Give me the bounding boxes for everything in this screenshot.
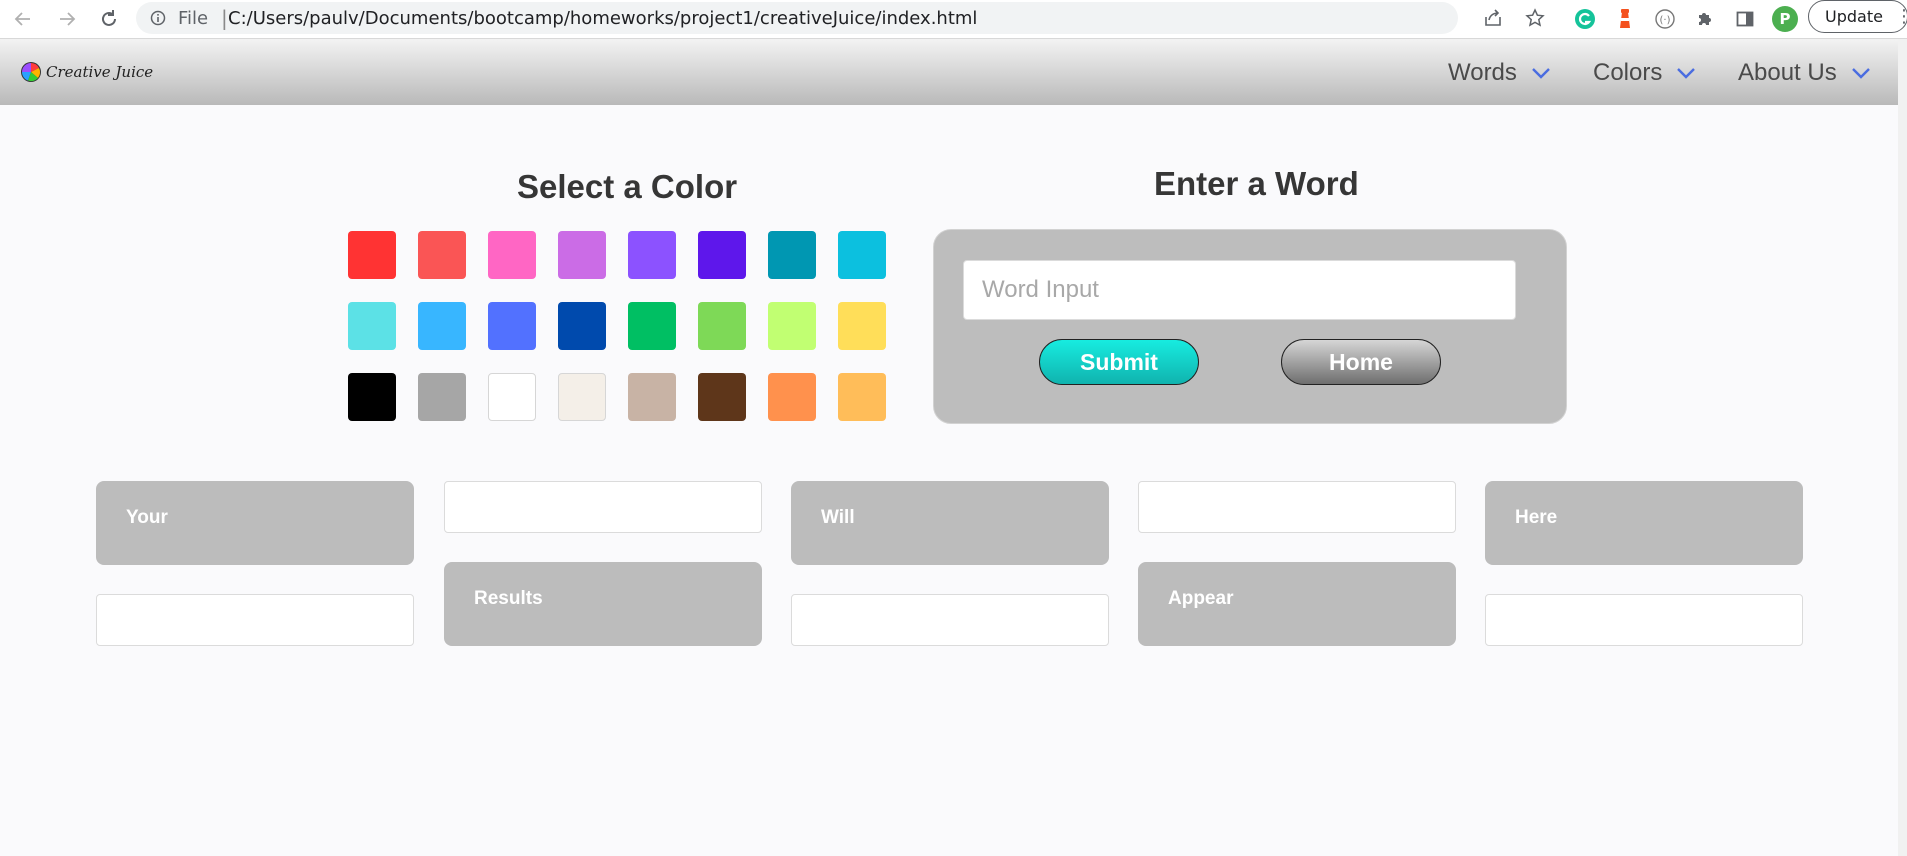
color-swatch[interactable] xyxy=(418,373,466,421)
color-swatch[interactable] xyxy=(768,302,816,350)
color-swatch[interactable] xyxy=(838,231,886,279)
result-card: Will xyxy=(791,481,1109,565)
nav-words-dropdown[interactable]: Words xyxy=(1448,59,1551,87)
select-color-title: Select a Color xyxy=(517,168,738,205)
result-slot xyxy=(791,594,1109,646)
lighthouse-icon[interactable] xyxy=(1612,6,1638,32)
color-swatch[interactable] xyxy=(418,302,466,350)
color-swatch[interactable] xyxy=(558,231,606,279)
address-separator: | xyxy=(221,6,228,30)
color-swatch[interactable] xyxy=(698,302,746,350)
extension-dots-icon[interactable]: (·) xyxy=(1652,6,1678,32)
site-logo[interactable]: Creative Juice xyxy=(20,61,153,83)
color-swatch[interactable] xyxy=(698,231,746,279)
svg-text:(·): (·) xyxy=(1660,15,1671,26)
chevron-down-icon xyxy=(1677,68,1696,79)
color-swatch[interactable] xyxy=(768,373,816,421)
result-card: Results xyxy=(444,562,762,646)
result-card: Appear xyxy=(1138,562,1456,646)
color-swatch[interactable] xyxy=(698,373,746,421)
more-menu-icon[interactable]: ⋮ xyxy=(1895,6,1907,27)
nav-colors-label: Colors xyxy=(1593,59,1663,86)
color-wheel-icon xyxy=(21,62,41,82)
color-swatch[interactable] xyxy=(418,231,466,279)
color-swatch[interactable] xyxy=(348,231,396,279)
color-swatch[interactable] xyxy=(488,231,536,279)
color-swatch[interactable] xyxy=(628,373,676,421)
color-swatch[interactable] xyxy=(628,302,676,350)
share-icon[interactable] xyxy=(1480,5,1506,31)
reload-icon[interactable] xyxy=(96,6,122,32)
update-label: Update xyxy=(1825,7,1883,26)
forward-icon[interactable] xyxy=(54,6,80,32)
back-icon[interactable] xyxy=(10,6,36,32)
word-input[interactable] xyxy=(963,260,1516,320)
result-slot xyxy=(96,594,414,646)
grammarly-icon[interactable] xyxy=(1572,6,1598,32)
chevron-down-icon xyxy=(1851,68,1870,79)
side-panel-icon[interactable] xyxy=(1732,6,1758,32)
file-label: File xyxy=(178,8,209,29)
page-scrollbar[interactable] xyxy=(1898,39,1907,856)
site-navbar: Creative Juice Words Colors About Us xyxy=(0,39,1898,105)
result-slot xyxy=(1485,594,1803,646)
color-swatch[interactable] xyxy=(348,302,396,350)
color-swatch[interactable] xyxy=(838,373,886,421)
nav-about-label: About Us xyxy=(1738,59,1837,86)
result-slot xyxy=(444,481,762,533)
color-swatch[interactable] xyxy=(348,373,396,421)
address-bar[interactable]: File | C:/Users/paulv/Documents/bootcamp… xyxy=(136,2,1545,34)
url-text[interactable]: C:/Users/paulv/Documents/bootcamp/homewo… xyxy=(228,8,977,29)
bookmark-star-icon[interactable] xyxy=(1522,5,1548,31)
word-entry-panel: Submit Home xyxy=(933,229,1567,424)
chevron-down-icon xyxy=(1532,68,1550,79)
color-swatch[interactable] xyxy=(768,231,816,279)
home-button[interactable]: Home xyxy=(1281,339,1441,385)
enter-word-title: Enter a Word xyxy=(1154,165,1359,202)
color-swatch[interactable] xyxy=(558,373,606,421)
color-swatch[interactable] xyxy=(628,231,676,279)
info-icon[interactable] xyxy=(150,10,166,31)
logo-text: Creative Juice xyxy=(46,63,154,81)
nav-about-dropdown[interactable]: About Us xyxy=(1738,59,1871,87)
color-swatch[interactable] xyxy=(838,302,886,350)
submit-button[interactable]: Submit xyxy=(1039,339,1199,385)
result-card: Here xyxy=(1485,481,1803,565)
update-button[interactable]: Update ⋮ xyxy=(1808,0,1907,33)
color-swatch[interactable] xyxy=(488,302,536,350)
extensions-puzzle-icon[interactable] xyxy=(1692,6,1718,32)
nav-words-label: Words xyxy=(1448,59,1517,86)
browser-toolbar: File | C:/Users/paulv/Documents/bootcamp… xyxy=(0,0,1907,39)
color-swatch[interactable] xyxy=(558,302,606,350)
result-slot xyxy=(1138,481,1456,533)
nav-colors-dropdown[interactable]: Colors xyxy=(1593,59,1696,87)
color-swatch[interactable] xyxy=(488,373,536,421)
profile-avatar[interactable]: P xyxy=(1772,6,1798,32)
result-card: Your xyxy=(96,481,414,565)
